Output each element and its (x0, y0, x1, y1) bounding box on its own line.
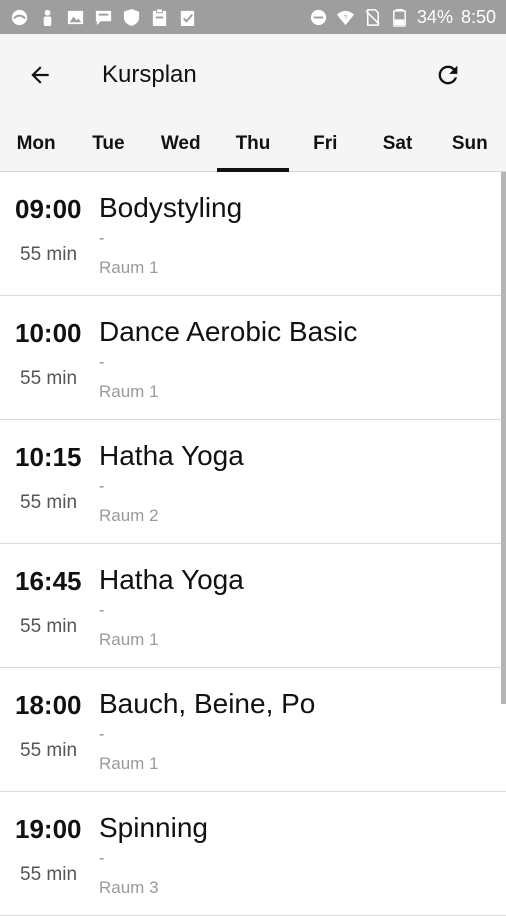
battery-percentage: 34% (416, 6, 453, 27)
course-name: Hatha Yoga (99, 440, 244, 471)
course-name: Bauch, Beine, Po (99, 688, 316, 719)
battery-icon (390, 8, 409, 27)
course-time: 16:45 (15, 566, 82, 596)
message-icon (94, 8, 113, 27)
page-title: Kursplan (102, 61, 197, 88)
course-duration: 55 min (20, 492, 78, 513)
course-duration: 55 min (20, 740, 78, 761)
do-not-disturb-icon (309, 8, 328, 27)
course-name: Bodystyling (99, 192, 243, 223)
course-detail: - (99, 602, 105, 619)
course-row[interactable]: 16:45 55 min Hatha Yoga - Raum 1 (0, 544, 506, 668)
course-duration: 55 min (20, 244, 78, 265)
refresh-icon (438, 65, 458, 85)
system-icons: ? 34% 8:50 (309, 7, 496, 28)
course-row[interactable]: 19:00 55 min Spinning - Raum 3 (0, 792, 506, 916)
course-duration: 55 min (20, 616, 78, 637)
svg-text:?: ? (344, 14, 348, 21)
course-detail: - (99, 478, 105, 495)
shield-icon (122, 8, 141, 27)
course-name: Hatha Yoga (99, 564, 244, 595)
course-duration: 55 min (20, 864, 78, 885)
wifi-icon: ? (336, 8, 355, 27)
status-bar: ? 34% 8:50 (0, 0, 506, 34)
course-time: 19:00 (15, 814, 82, 844)
course-name: Spinning (99, 812, 208, 843)
tab-sun[interactable]: Sun (434, 116, 506, 171)
image-icon (66, 8, 85, 27)
scrollbar[interactable] (501, 172, 506, 704)
course-row[interactable]: 09:00 55 min Bodystyling - Raum 1 (0, 172, 506, 296)
course-room: Raum 3 (99, 878, 159, 897)
weekday-tabs: Mon Tue Wed Thu Fri Sat Sun (0, 116, 506, 172)
clipboard-icon (150, 7, 169, 27)
course-room: Raum 2 (99, 506, 159, 525)
course-row[interactable]: 10:15 55 min Hatha Yoga - Raum 2 (0, 420, 506, 544)
refresh-button[interactable] (428, 55, 468, 95)
course-time: 18:00 (15, 690, 82, 720)
back-button[interactable] (20, 55, 60, 95)
app-bar: Kursplan (0, 34, 506, 116)
course-row[interactable]: 18:00 55 min Bauch, Beine, Po - Raum 1 (0, 668, 506, 792)
tab-thu[interactable]: Thu (216, 116, 290, 172)
course-detail: - (99, 354, 105, 371)
course-duration: 55 min (20, 368, 78, 389)
course-time: 10:15 (15, 442, 82, 472)
course-row[interactable]: 10:00 55 min Dance Aerobic Basic - Raum … (0, 296, 506, 420)
tab-tue[interactable]: Tue (72, 116, 144, 171)
app-icon (10, 8, 29, 27)
course-list: 09:00 55 min Bodystyling - Raum 1 10:00 … (0, 172, 506, 916)
course-detail: - (99, 850, 105, 867)
tab-mon[interactable]: Mon (0, 116, 72, 171)
course-room: Raum 1 (99, 258, 159, 277)
no-sim-icon (363, 8, 382, 27)
person-icon (38, 8, 57, 27)
tab-fri[interactable]: Fri (289, 116, 361, 171)
course-detail: - (99, 230, 105, 247)
course-name: Dance Aerobic Basic (99, 316, 358, 347)
course-room: Raum 1 (99, 754, 159, 773)
clock: 8:50 (460, 6, 496, 27)
notification-icons (10, 7, 197, 27)
course-detail: - (99, 726, 105, 743)
course-room: Raum 1 (99, 382, 159, 401)
tab-wed[interactable]: Wed (145, 116, 217, 171)
course-time: 09:00 (15, 194, 82, 224)
course-room: Raum 1 (99, 630, 159, 649)
arrow-back-icon (31, 66, 49, 84)
course-time: 10:00 (15, 318, 82, 348)
clipboard-check-icon (178, 8, 197, 27)
tab-sat[interactable]: Sat (361, 116, 433, 171)
